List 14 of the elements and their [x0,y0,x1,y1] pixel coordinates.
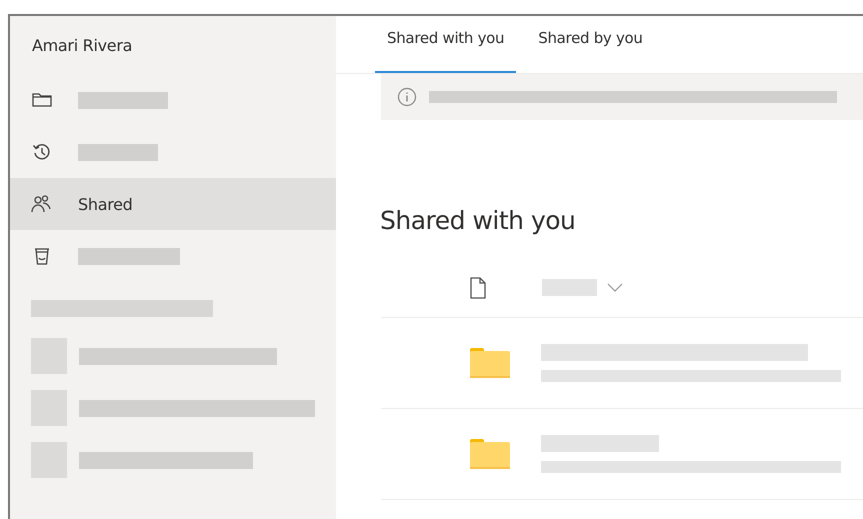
thumbnail-placeholder [31,442,67,478]
folder-icon [30,92,54,108]
info-icon [397,87,417,107]
placeholder-bar [542,279,597,296]
page-heading: Shared with you [380,206,576,237]
thumbnail-placeholder [31,390,67,426]
tab[interactable]: Shared by you [526,16,655,73]
folder-icon [469,438,511,470]
nav-item[interactable]: Shared [10,178,336,230]
thumbnail-placeholder [31,338,67,374]
file-icon [469,276,487,298]
chevron-down-icon [607,282,623,292]
account-name: Amari Rivera [31,35,134,57]
folder-icon [469,347,511,379]
